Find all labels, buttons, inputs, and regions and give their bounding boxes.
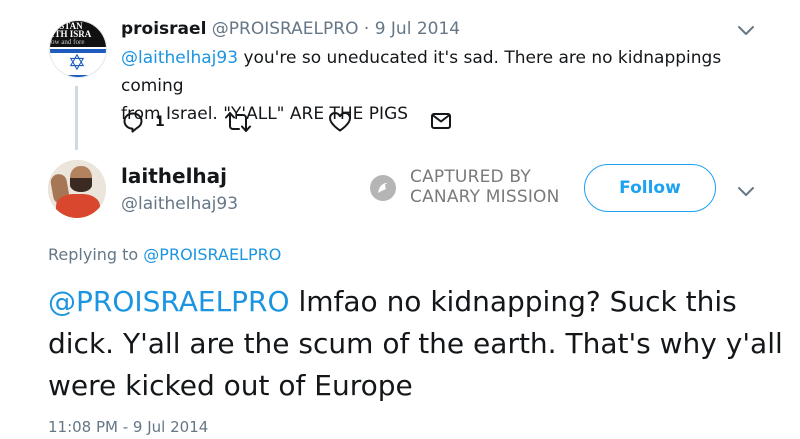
tweet-timestamp[interactable]: 11:08 PM - 9 Jul 2014 — [48, 418, 208, 436]
avatar-beard — [70, 178, 92, 192]
parent-tweet: E STAN ITH ISRA ow and fore ✡ proisrael … — [0, 0, 800, 150]
reply-count: 1 — [155, 114, 165, 130]
retweet-icon[interactable] — [225, 110, 251, 134]
reply-icon[interactable] — [121, 110, 145, 134]
message-icon[interactable] — [430, 110, 452, 132]
star-of-david-icon: ✡ — [67, 51, 87, 76]
follow-button[interactable]: Follow — [584, 164, 716, 212]
canary-logo-icon — [370, 175, 396, 201]
avatar-text-3: ow and fore — [51, 38, 85, 46]
mention-link[interactable]: @PROISRAELPRO — [48, 285, 290, 318]
mention-link[interactable]: @laithelhaj93 — [121, 48, 238, 68]
main-author-handle[interactable]: @laithelhaj93 — [121, 194, 238, 214]
avatar-banner-text: E STAN ITH ISRA ow and fore — [50, 21, 106, 47]
replying-to: Replying to @PROISRAELPRO — [48, 245, 281, 264]
parent-tweet-header: proisrael @PROISRAELPRO · 9 Jul 2014 — [121, 19, 460, 39]
parent-author-handle[interactable]: @PROISRAELPRO — [212, 19, 359, 39]
canary-mission-watermark: CAPTURED BY CANARY MISSION — [370, 167, 570, 211]
avatar-shirt — [56, 194, 100, 218]
header-separator: · — [363, 19, 370, 39]
reply-action[interactable]: 1 — [121, 110, 165, 134]
chevron-down-icon[interactable] — [736, 181, 756, 201]
replying-prefix: Replying to — [48, 245, 144, 264]
parent-author-name[interactable]: proisrael — [121, 19, 206, 39]
watermark-line2: CANARY MISSION — [410, 187, 560, 207]
main-author-avatar[interactable] — [48, 160, 106, 218]
like-action[interactable] — [328, 110, 352, 134]
parent-tweet-date[interactable]: 9 Jul 2014 — [375, 19, 460, 39]
flag-stripe-bottom — [50, 75, 106, 77]
replying-mention-link[interactable]: @PROISRAELPRO — [143, 245, 281, 264]
main-author-name[interactable]: laithelhaj — [121, 164, 227, 188]
message-action[interactable] — [430, 110, 452, 132]
watermark-line1: CAPTURED BY — [410, 167, 531, 187]
thread-line — [75, 86, 78, 150]
retweet-action[interactable] — [225, 110, 251, 134]
chevron-down-icon[interactable] — [736, 20, 756, 40]
parent-avatar[interactable]: E STAN ITH ISRA ow and fore ✡ — [49, 20, 107, 78]
like-icon[interactable] — [328, 110, 352, 134]
main-tweet-text: @PROISRAELPRO lmfao no kidnapping? Suck … — [48, 281, 788, 407]
